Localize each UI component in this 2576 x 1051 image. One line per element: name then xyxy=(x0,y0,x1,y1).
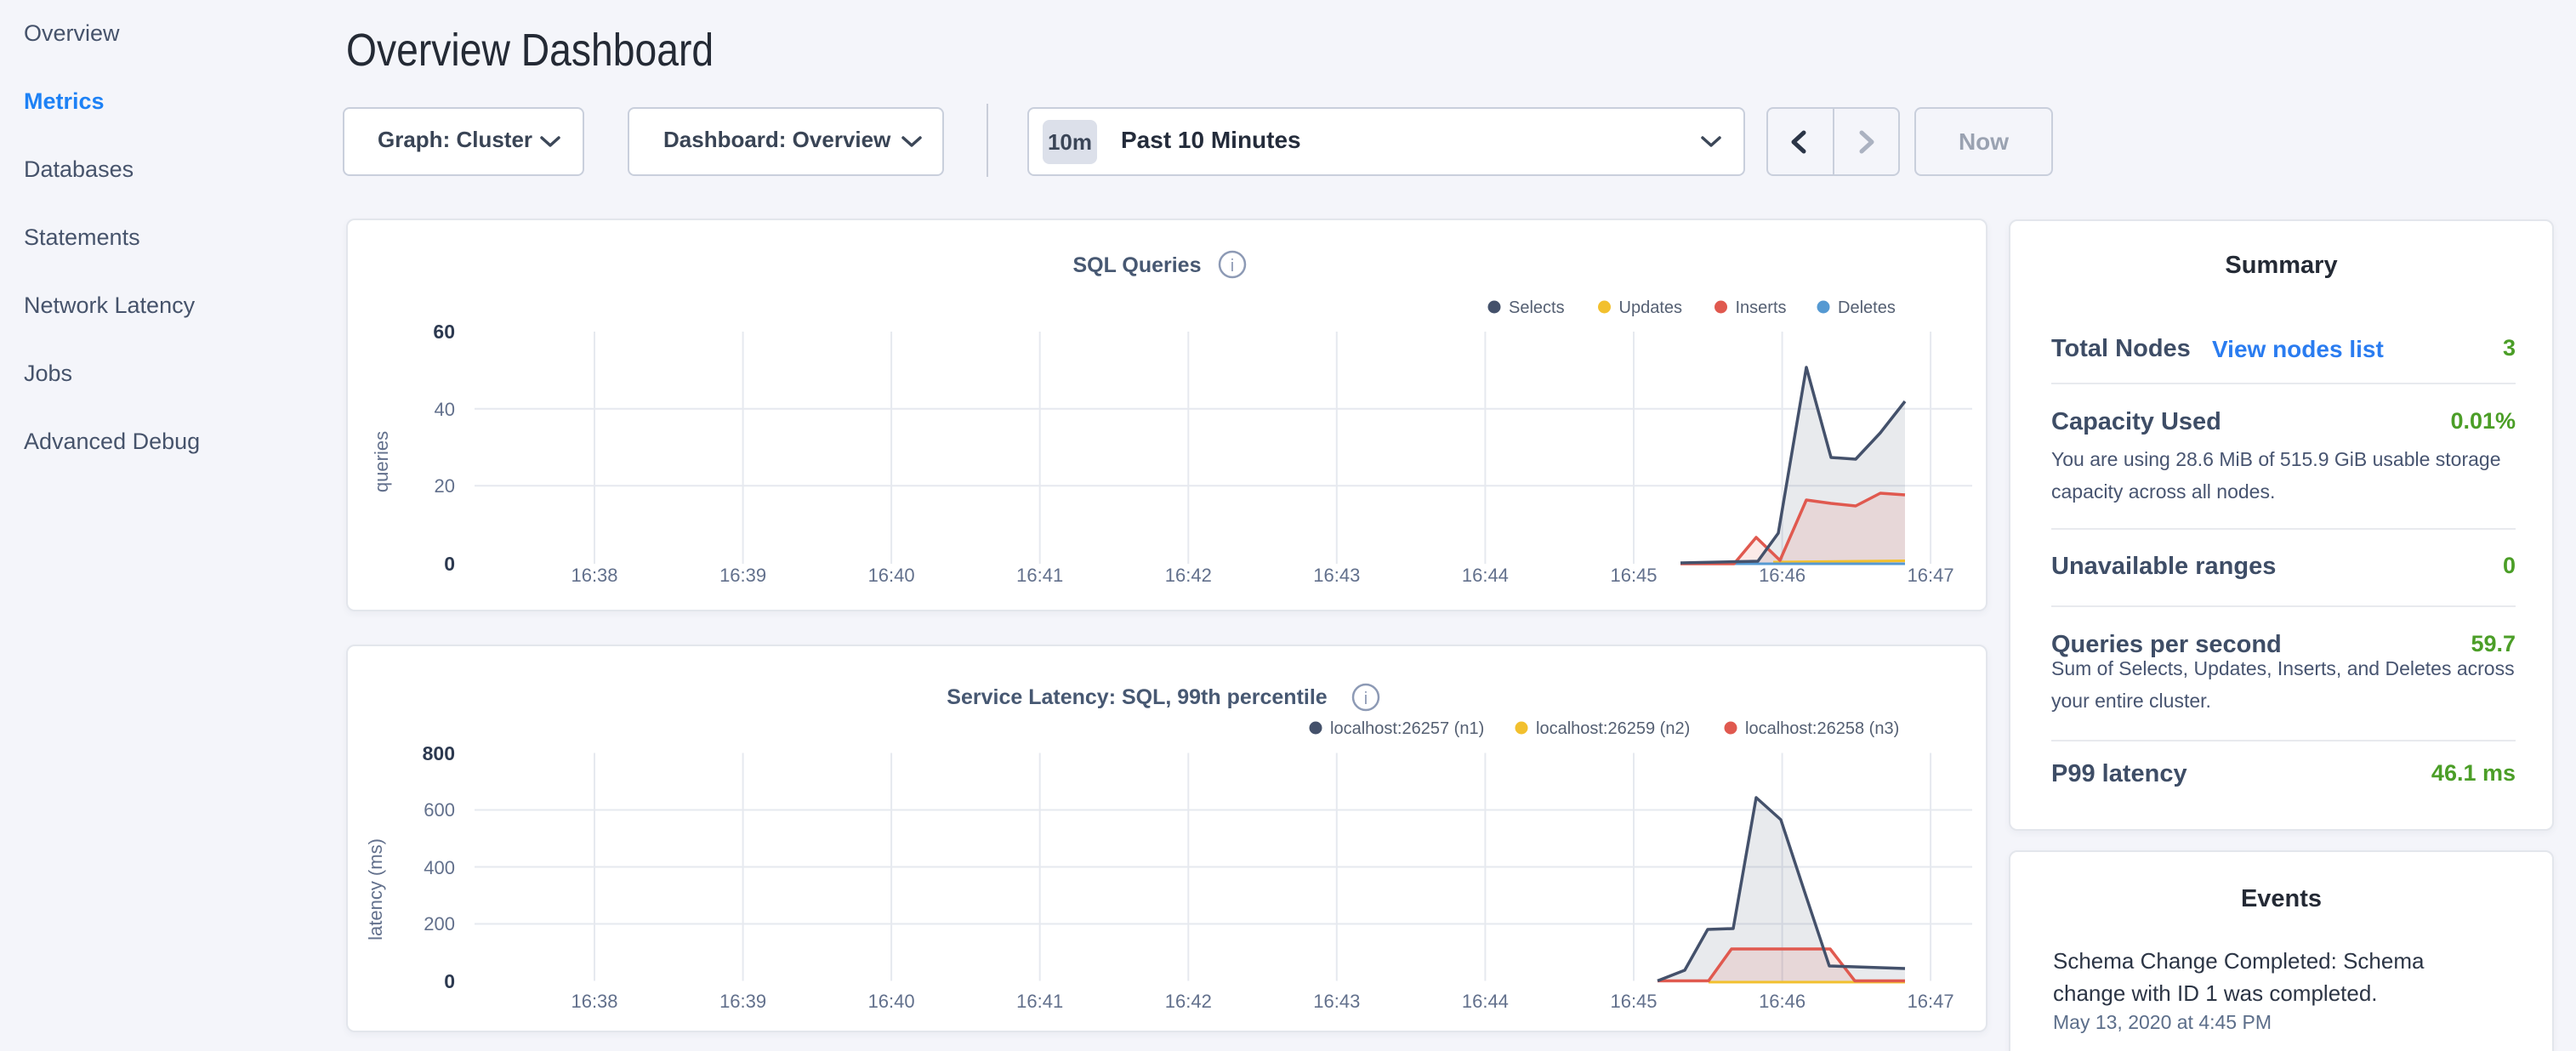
svg-text:16:43: 16:43 xyxy=(1313,991,1360,1012)
svg-text:40: 40 xyxy=(435,399,455,420)
svg-text:latency (ms): latency (ms) xyxy=(365,838,386,940)
svg-text:16:40: 16:40 xyxy=(868,991,915,1012)
svg-text:16:38: 16:38 xyxy=(571,565,617,586)
svg-text:16:41: 16:41 xyxy=(1016,565,1063,586)
svg-text:16:47: 16:47 xyxy=(1908,991,1954,1012)
svg-text:0: 0 xyxy=(444,970,455,992)
svg-text:16:47: 16:47 xyxy=(1908,565,1954,586)
svg-text:16:45: 16:45 xyxy=(1610,565,1657,586)
svg-text:16:44: 16:44 xyxy=(1462,991,1509,1012)
svg-text:localhost:26259 (n2): localhost:26259 (n2) xyxy=(1536,719,1690,738)
svg-text:i: i xyxy=(1231,257,1234,276)
svg-text:60: 60 xyxy=(433,321,455,343)
svg-text:i: i xyxy=(1364,690,1368,708)
svg-text:16:45: 16:45 xyxy=(1610,991,1657,1012)
svg-text:16:46: 16:46 xyxy=(1759,991,1805,1012)
svg-text:Selects: Selects xyxy=(1509,298,1565,317)
svg-text:localhost:26258 (n3): localhost:26258 (n3) xyxy=(1745,719,1899,738)
svg-text:0: 0 xyxy=(444,553,455,575)
svg-text:Inserts: Inserts xyxy=(1736,298,1787,317)
svg-text:16:43: 16:43 xyxy=(1313,565,1360,586)
svg-text:16:42: 16:42 xyxy=(1165,991,1212,1012)
svg-text:16:38: 16:38 xyxy=(571,991,617,1012)
svg-text:localhost:26257 (n1): localhost:26257 (n1) xyxy=(1330,719,1484,738)
svg-text:Service Latency: SQL, 99th per: Service Latency: SQL, 99th percentile xyxy=(947,685,1327,709)
svg-text:16:40: 16:40 xyxy=(868,565,915,586)
svg-text:Deletes: Deletes xyxy=(1838,298,1896,317)
svg-text:queries: queries xyxy=(371,431,392,492)
svg-text:16:39: 16:39 xyxy=(719,565,766,586)
svg-text:600: 600 xyxy=(424,799,455,821)
svg-text:Updates: Updates xyxy=(1619,298,1683,317)
svg-text:20: 20 xyxy=(435,475,455,497)
svg-text:16:44: 16:44 xyxy=(1462,565,1509,586)
svg-text:400: 400 xyxy=(424,857,455,878)
svg-text:SQL Queries: SQL Queries xyxy=(1073,253,1202,277)
svg-text:16:41: 16:41 xyxy=(1016,991,1063,1012)
svg-text:16:46: 16:46 xyxy=(1759,565,1805,586)
svg-text:800: 800 xyxy=(423,742,455,764)
svg-text:16:42: 16:42 xyxy=(1165,565,1212,586)
svg-text:200: 200 xyxy=(424,913,455,935)
svg-text:16:39: 16:39 xyxy=(719,991,766,1012)
